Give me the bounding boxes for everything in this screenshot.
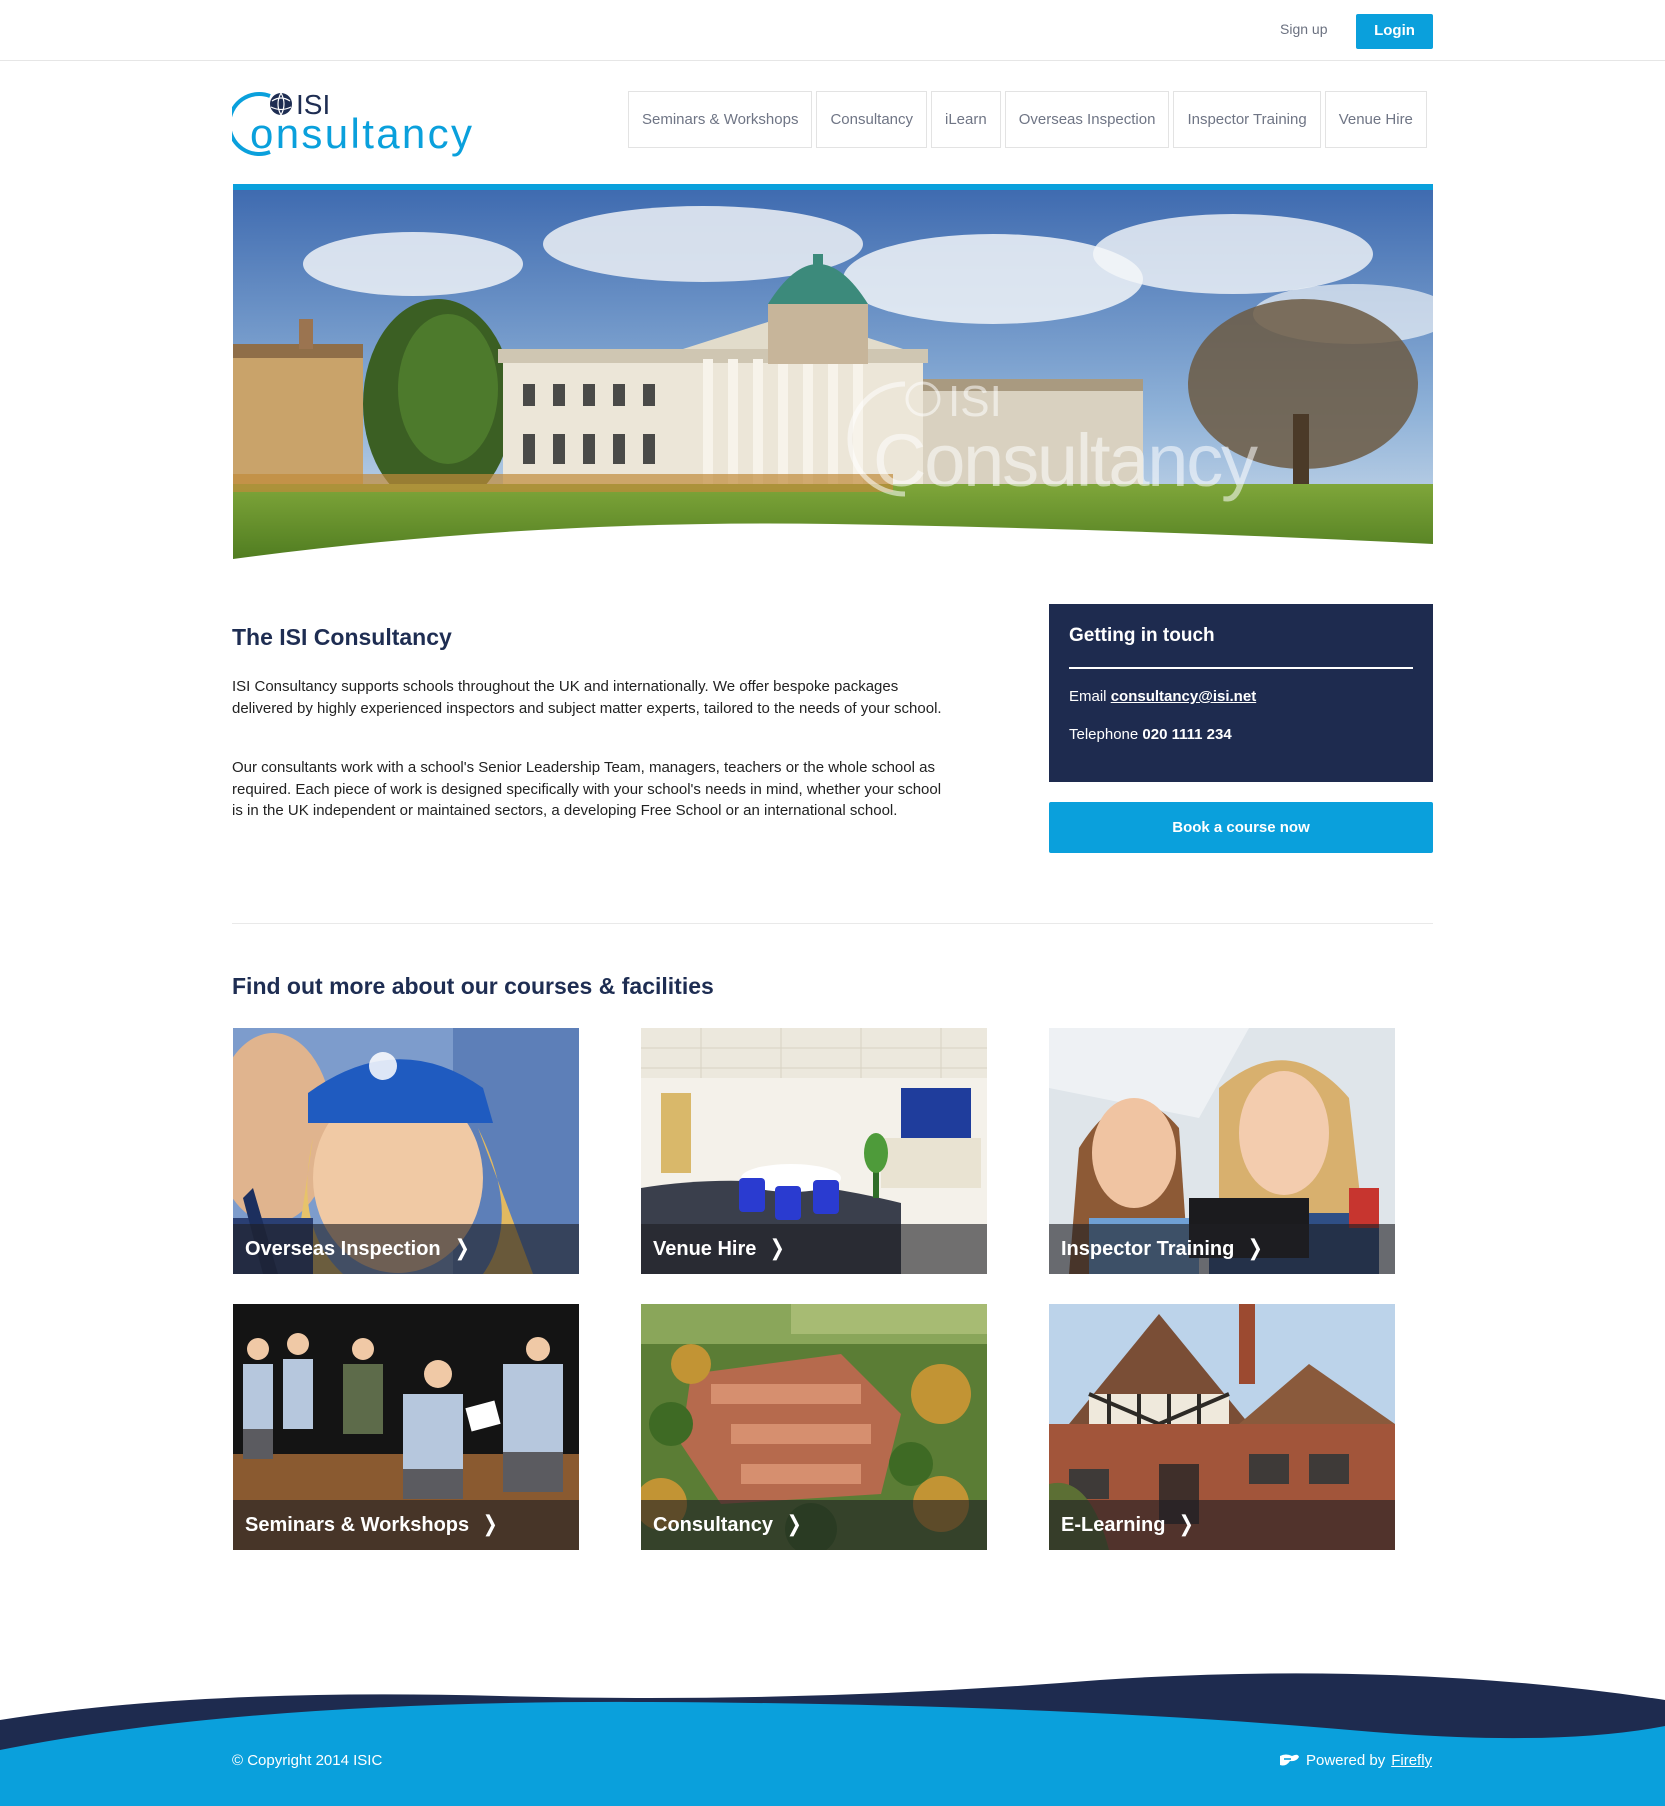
nav-inspector-training[interactable]: Inspector Training xyxy=(1173,91,1321,148)
nav-venue-hire[interactable]: Venue Hire xyxy=(1324,91,1427,148)
nav-seminars-workshops[interactable]: Seminars & Workshops xyxy=(628,91,813,148)
contact-phone-row: Telephone 020 1111 234 xyxy=(1069,726,1413,743)
tile-caption: E-Learning ❯ xyxy=(1049,1500,1395,1550)
footer xyxy=(0,1670,1665,1806)
nav-ilearn[interactable]: iLearn xyxy=(931,91,1001,148)
nav-overseas-inspection[interactable]: Overseas Inspection xyxy=(1004,91,1170,148)
login-button[interactable]: Login xyxy=(1356,14,1433,49)
top-bar: Sign up Login xyxy=(0,0,1665,61)
email-link[interactable]: consultancy@isi.net xyxy=(1111,688,1257,705)
contact-divider xyxy=(1069,667,1413,669)
site-logo[interactable]: ISI onsultancy xyxy=(232,86,482,158)
hero-banner: ISI Consultancy xyxy=(233,184,1433,576)
intro-title: The ISI Consultancy xyxy=(232,624,452,650)
nav-consultancy[interactable]: Consultancy xyxy=(816,91,927,148)
tile-e-learning[interactable]: E-Learning ❯ xyxy=(1049,1304,1395,1550)
contact-box: Getting in touch Email consultancy@isi.n… xyxy=(1049,604,1433,782)
tile-caption: Consultancy ❯ xyxy=(641,1500,987,1550)
tile-seminars-workshops[interactable]: Seminars & Workshops ❯ xyxy=(233,1304,579,1550)
book-course-button[interactable]: Book a course now xyxy=(1049,802,1433,853)
tile-overseas-inspection[interactable]: Overseas Inspection ❯ xyxy=(233,1028,579,1274)
powered-by: Powered by Firefly xyxy=(1278,1752,1432,1769)
chevron-right-icon: ❯ xyxy=(770,1235,785,1260)
phone-label: Telephone xyxy=(1069,726,1139,743)
chevron-right-icon: ❯ xyxy=(482,1511,498,1536)
contact-title: Getting in touch xyxy=(1069,625,1215,646)
chevron-right-icon: ❯ xyxy=(1179,1511,1195,1536)
intro-paragraph-1: ISI Consultancy supports schools through… xyxy=(232,678,942,717)
contact-email-row: Email consultancy@isi.net xyxy=(1069,688,1413,705)
logo-consultancy-text: onsultancy xyxy=(250,110,472,157)
intro-paragraph-2: Our consultants work with a school's Sen… xyxy=(232,759,942,819)
footer-wave xyxy=(0,1673,1665,1806)
copyright-text: © Copyright 2014 ISIC xyxy=(232,1752,383,1769)
chevron-right-icon: ❯ xyxy=(454,1235,470,1260)
email-label: Email xyxy=(1069,688,1107,705)
tile-caption: Inspector Training ❯ xyxy=(1049,1224,1395,1274)
main-nav: Seminars & Workshops Consultancy iLearn … xyxy=(628,91,1427,148)
signup-link[interactable]: Sign up xyxy=(1280,21,1327,37)
tile-venue-hire[interactable]: Venue Hire ❯ xyxy=(641,1028,987,1274)
powered-by-label: Powered by xyxy=(1306,1752,1386,1769)
firefly-link[interactable]: Firefly xyxy=(1391,1752,1432,1769)
tile-caption: Seminars & Workshops ❯ xyxy=(233,1500,579,1550)
courses-title: Find out more about our courses & facili… xyxy=(232,973,714,999)
chevron-right-icon: ❯ xyxy=(1248,1235,1263,1260)
tile-consultancy[interactable]: Consultancy ❯ xyxy=(641,1304,987,1550)
hero-watermark-consultancy: Consultancy xyxy=(873,419,1258,502)
tile-inspector-training[interactable]: Inspector Training ❯ xyxy=(1049,1028,1395,1274)
chevron-right-icon: ❯ xyxy=(786,1511,802,1536)
phone-number: 020 1111 234 xyxy=(1142,726,1232,743)
firefly-logo-icon xyxy=(1280,1754,1299,1765)
tile-caption: Overseas Inspection ❯ xyxy=(233,1224,579,1274)
tile-caption: Venue Hire ❯ xyxy=(641,1224,987,1274)
section-divider xyxy=(232,923,1433,924)
